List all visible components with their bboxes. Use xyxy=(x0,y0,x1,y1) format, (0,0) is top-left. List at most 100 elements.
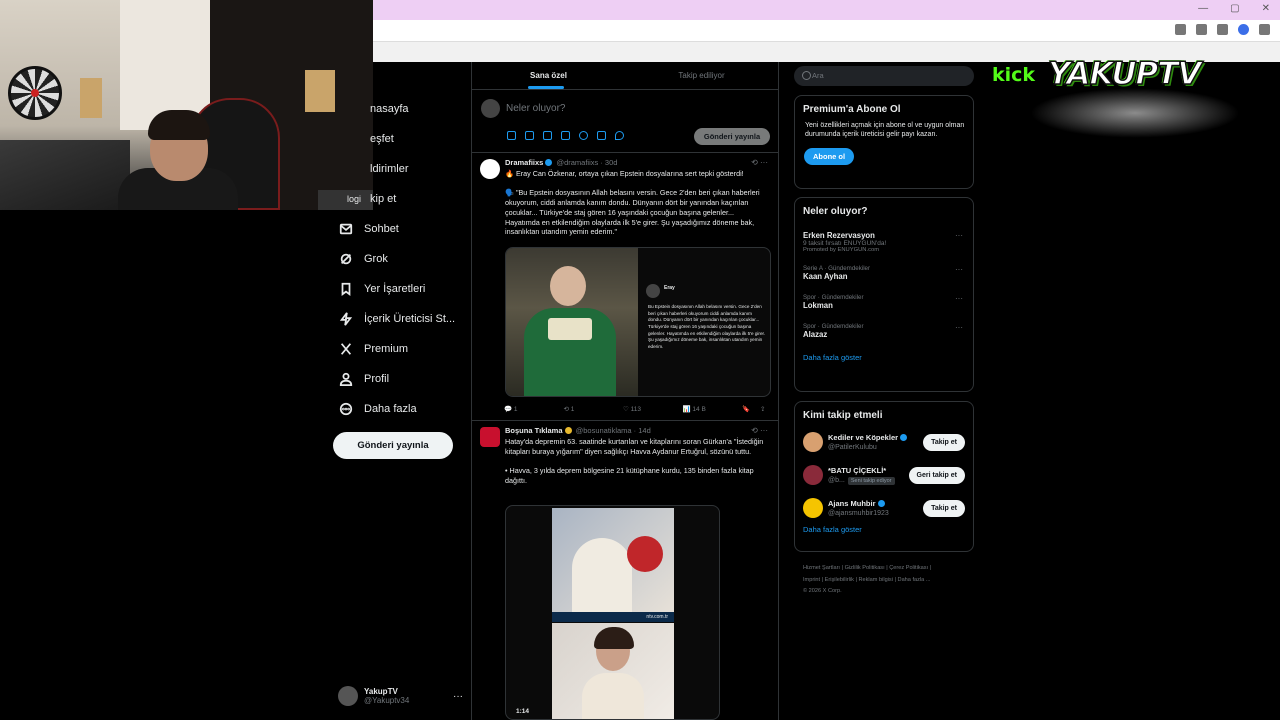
follow-suggestion[interactable]: Kediler ve Köpekler @PatilerKulubu Takip… xyxy=(795,426,973,459)
account-switcher[interactable]: YakupTV @Yakuptv34 ··· xyxy=(338,686,463,706)
search-icon xyxy=(802,71,811,80)
mail-icon xyxy=(338,221,354,237)
tweet-video[interactable]: ntv.com.tr 1:14 xyxy=(505,505,720,720)
nav-item-more[interactable]: Daha fazla xyxy=(330,394,460,424)
avatar[interactable] xyxy=(480,159,500,179)
nav-label: Daha fazla xyxy=(364,403,417,415)
extension-icon[interactable] xyxy=(1175,24,1186,35)
more-icon[interactable]: ··· xyxy=(955,231,963,240)
bookmark-button[interactable]: 🔖 xyxy=(742,405,760,413)
profile-icon[interactable] xyxy=(1238,24,1249,35)
trend-item[interactable]: Spor · Gündemdekiler Lokman ··· xyxy=(803,294,973,310)
follow-suggestion[interactable]: *BATU ÇİÇEKLİ* @b... Seni takip ediyor Ge… xyxy=(795,459,973,492)
location-icon[interactable] xyxy=(615,131,624,140)
extension-icon[interactable] xyxy=(1217,24,1228,35)
footer-link[interactable]: Reklam bilgisi xyxy=(858,577,893,583)
yakuptv-logo: YAKUPTV xyxy=(1047,55,1202,93)
nav-item-premium[interactable]: Premium xyxy=(330,334,460,364)
who-show-more[interactable]: Daha fazla göster xyxy=(803,525,973,534)
footer-link[interactable]: Erişilebilirlik xyxy=(825,577,854,583)
verified-icon xyxy=(564,427,572,434)
premium-card: Premium'a Abone Ol Yeni özellikleri açma… xyxy=(794,95,974,189)
follow-suggestion[interactable]: Ajans Muhbir @ajansmuhbir1923 Takip et xyxy=(795,492,973,525)
stream-brand-logo: kick YAKUPTV xyxy=(990,38,1240,138)
nav-item-home[interactable]: nasayfa xyxy=(330,94,460,124)
window-controls[interactable]: — ▢ ✕ xyxy=(1198,3,1270,14)
avatar[interactable] xyxy=(480,427,500,447)
browser-extension-icons[interactable] xyxy=(1175,24,1270,35)
more-icon[interactable]: ··· xyxy=(955,294,963,303)
who-to-follow-card: Kimi takip etmeli Kediler ve Köpekler @P… xyxy=(794,401,974,552)
trends-show-more[interactable]: Daha fazla göster xyxy=(803,353,973,362)
footer-link[interactable]: Imprint xyxy=(803,577,820,583)
avatar xyxy=(803,465,823,485)
schedule-icon[interactable] xyxy=(597,131,606,140)
logo-glow xyxy=(1030,88,1240,138)
footer-link[interactable]: Daha fazla ... xyxy=(898,577,931,583)
tweet-menu[interactable]: ⟲ ··· xyxy=(751,426,768,435)
grok-icon[interactable] xyxy=(543,131,552,140)
tweet-author[interactable]: Boşuna Tıklama xyxy=(505,426,563,435)
follow-button[interactable]: Takip et xyxy=(923,500,965,517)
post-button[interactable]: Gönderi yayınla xyxy=(333,432,453,459)
nav-item-notifications[interactable]: ldirimler xyxy=(330,154,460,184)
emoji-icon[interactable] xyxy=(579,131,588,140)
tweet-composer: Neler oluyor? Gönderi yayınla xyxy=(472,90,778,153)
composer-input[interactable]: Neler oluyor? xyxy=(506,103,565,114)
nav-item-chat[interactable]: Sohbet xyxy=(330,214,460,244)
who-title: Kimi takip etmeli xyxy=(803,410,883,421)
share-button[interactable]: ⇪ xyxy=(760,405,770,413)
main-feed: Sana özel Takip ediliyor Neler oluyor? G… xyxy=(471,62,779,720)
footer-link[interactable]: Çerez Politikası xyxy=(889,565,928,571)
nav-item-creator-studio[interactable]: İçerik Üreticisi St... xyxy=(330,304,460,334)
nav-label: Sohbet xyxy=(364,223,399,235)
tab-following[interactable]: Takip ediliyor xyxy=(625,62,778,89)
gif-icon[interactable] xyxy=(525,131,534,140)
nav-item-follow[interactable]: logi kip et xyxy=(330,184,460,214)
reply-button[interactable]: 💬 1 xyxy=(504,405,564,413)
browser-tab-strip: — ▢ ✕ xyxy=(373,0,1280,20)
grok-icon xyxy=(338,251,354,267)
view-count: 14 B xyxy=(692,406,706,413)
tweet-menu[interactable]: ⟲ ··· xyxy=(751,158,768,167)
views-button[interactable]: 📊 14 B xyxy=(683,405,743,413)
video-frame xyxy=(552,508,674,612)
reply-count: 1 xyxy=(513,406,518,413)
tweet-actions: 💬 1 ⟲ 1 ♡ 113 📊 14 B 🔖 ⇪ xyxy=(504,405,770,413)
footer-link[interactable]: Hizmet Şartları xyxy=(803,565,840,571)
trend-item[interactable]: Spor · Gündemdekiler Alazaz ··· xyxy=(803,323,973,339)
trend-item[interactable]: Serie A · Gündemdekiler Kaan Ayhan ··· xyxy=(803,265,973,281)
tab-for-you[interactable]: Sana özel xyxy=(472,62,625,89)
photo-person xyxy=(506,248,638,396)
video-caption: ntv.com.tr xyxy=(552,612,674,622)
follow-back-button[interactable]: Geri takip et xyxy=(908,467,965,484)
lightning-icon xyxy=(338,311,354,327)
more-icon[interactable]: ··· xyxy=(453,691,463,702)
like-button[interactable]: ♡ 113 xyxy=(623,405,683,413)
tweet-text: Hatay'da depremin 63. saatinde kurtarıla… xyxy=(505,437,764,485)
feed-tabs: Sana özel Takip ediliyor xyxy=(472,62,778,90)
composer-post-button[interactable]: Gönderi yayınla xyxy=(694,128,770,145)
tweet[interactable]: Dramafiixs @dramafiixs · 30d ⟲ ··· 🔥 Era… xyxy=(472,153,778,421)
menu-icon[interactable] xyxy=(1259,24,1270,35)
subscribe-button[interactable]: Abone ol xyxy=(804,147,855,165)
nav-item-bookmarks[interactable]: Yer İşaretleri xyxy=(330,274,460,304)
tweet-media[interactable]: Eray Bu Epstein dosyasının Allah belasın… xyxy=(505,247,771,397)
tweet[interactable]: Boşuna Tıklama @bosunatiklama · 14d ⟲ ··… xyxy=(472,421,778,720)
star-icon[interactable] xyxy=(1196,24,1207,35)
trend-item[interactable]: Erken Rezervasyon 9 taksit fırsatı ENUYG… xyxy=(803,231,973,253)
more-icon[interactable]: ··· xyxy=(955,323,963,332)
trend-name: Alazaz xyxy=(803,330,828,339)
more-icon[interactable]: ··· xyxy=(955,265,963,274)
repost-button[interactable]: ⟲ 1 xyxy=(564,405,624,413)
footer-link[interactable]: Gizlilik Politikası xyxy=(845,565,885,571)
tweet-author[interactable]: Dramafiixs xyxy=(505,158,543,167)
nav-item-explore[interactable]: eşfet xyxy=(330,124,460,154)
nav-item-profile[interactable]: Profil xyxy=(330,364,460,394)
poll-icon[interactable] xyxy=(561,131,570,140)
nav-item-grok[interactable]: Grok xyxy=(330,244,460,274)
image-icon[interactable] xyxy=(507,131,516,140)
nav-label: Profil xyxy=(364,373,390,385)
search-input[interactable]: Ara xyxy=(794,66,974,86)
follow-button[interactable]: Takip et xyxy=(923,434,965,451)
